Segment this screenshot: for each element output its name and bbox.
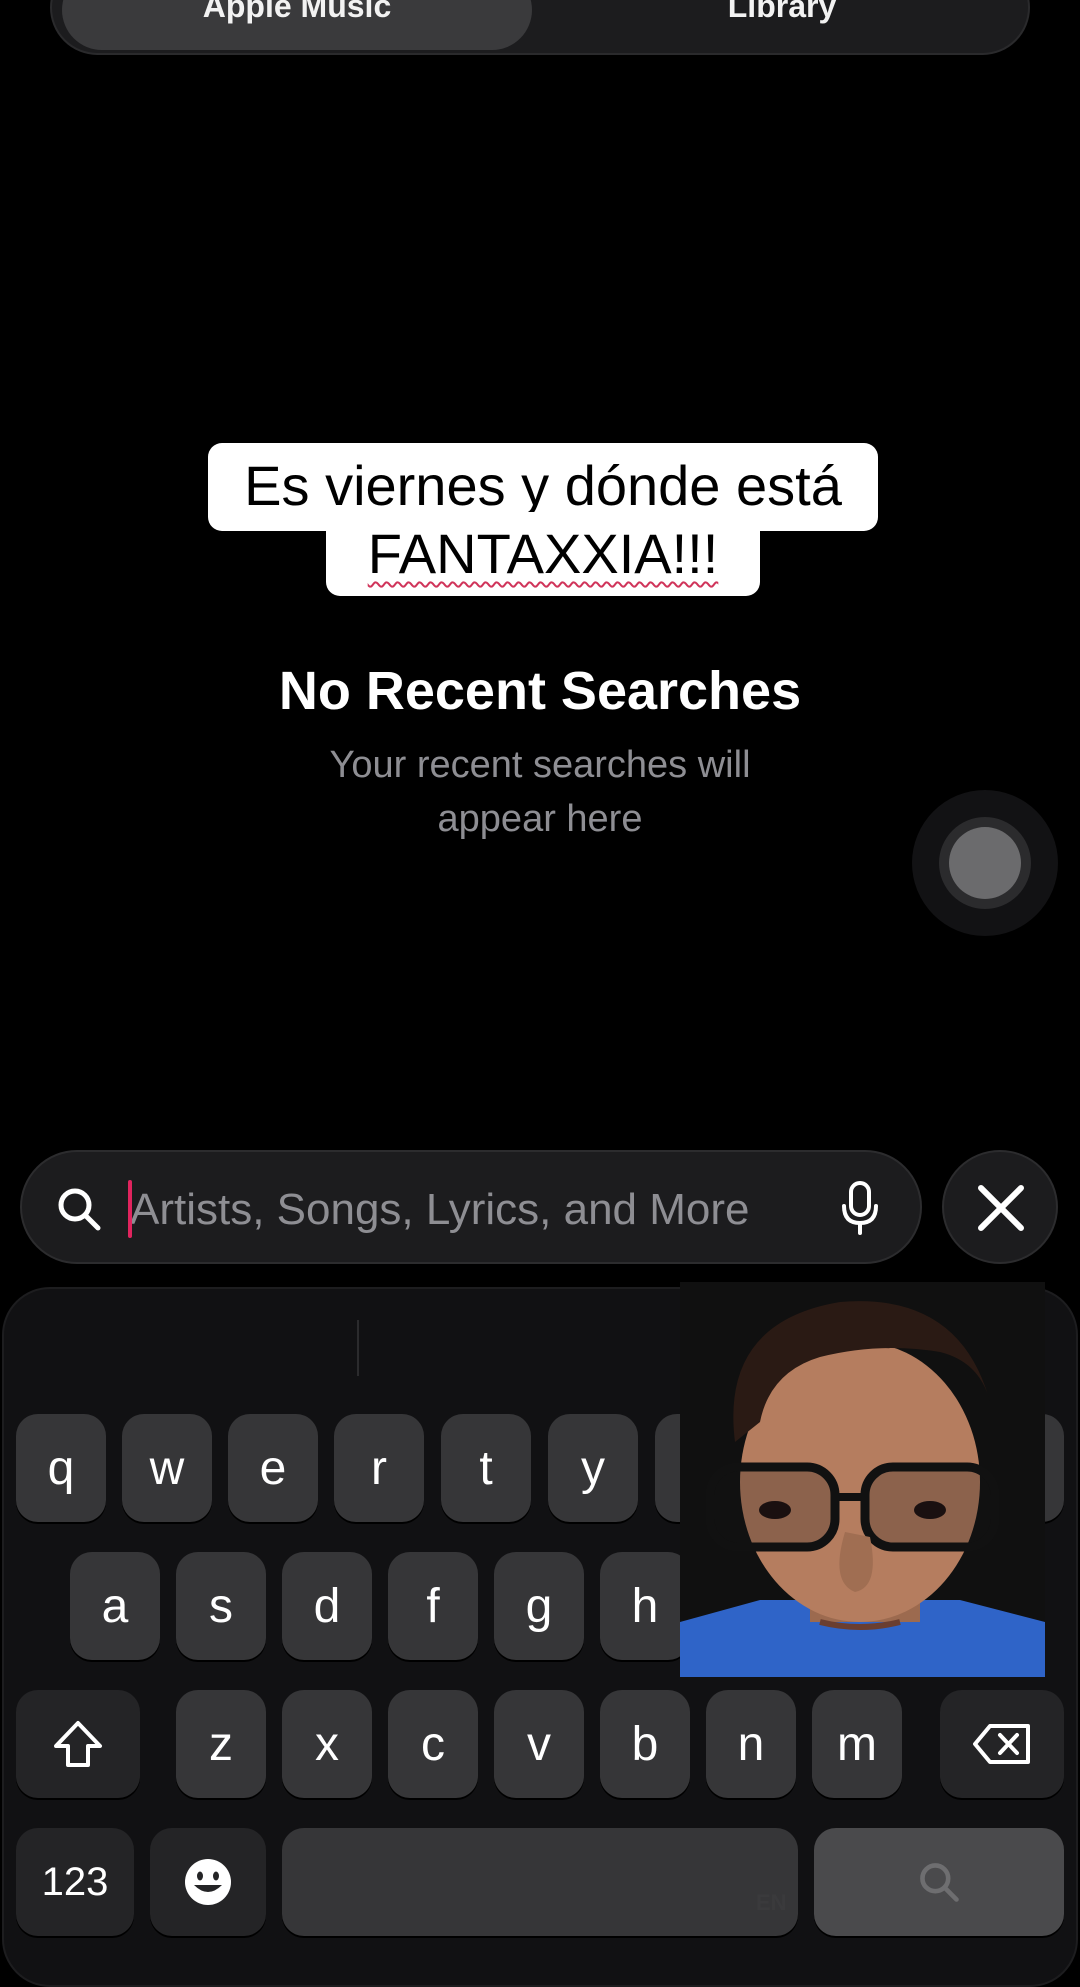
- key-t[interactable]: t: [441, 1414, 531, 1522]
- key-label: w: [149, 1441, 185, 1495]
- tab-apple-music-label: Apple Music: [202, 0, 392, 24]
- emoji-icon: [185, 1859, 231, 1905]
- numbers-key-label: 123: [41, 1859, 109, 1904]
- tab-apple-music[interactable]: Apple Music: [62, 0, 532, 50]
- library-segmented-control: Apple Music Library: [50, 0, 1030, 55]
- key-label: b: [631, 1717, 659, 1771]
- key-label: e: [259, 1441, 287, 1495]
- key-label: t: [479, 1441, 493, 1495]
- key-y[interactable]: y: [548, 1414, 638, 1522]
- key-label: c: [421, 1717, 445, 1771]
- key-label: y: [581, 1441, 605, 1495]
- assistive-touch-button[interactable]: [912, 790, 1058, 936]
- key-label: a: [101, 1579, 129, 1633]
- close-icon: [978, 1185, 1024, 1231]
- key-b[interactable]: b: [600, 1690, 690, 1798]
- keyboard-language-indicator: EN: [756, 1890, 787, 1915]
- key-label: q: [47, 1441, 75, 1495]
- key-z[interactable]: z: [176, 1690, 266, 1798]
- tab-library[interactable]: Library: [542, 0, 1022, 50]
- search-bar[interactable]: [20, 1150, 922, 1264]
- key-q[interactable]: q: [16, 1414, 106, 1522]
- key-label: z: [209, 1717, 233, 1771]
- key-label: d: [313, 1579, 341, 1633]
- key-c[interactable]: c: [388, 1690, 478, 1798]
- key-s[interactable]: s: [176, 1552, 266, 1660]
- key-m[interactable]: m: [812, 1690, 902, 1798]
- key-label: v: [527, 1717, 551, 1771]
- backspace-icon: [973, 1724, 1030, 1764]
- key-label: h: [631, 1579, 659, 1633]
- search-icon: [920, 1863, 959, 1902]
- key-x[interactable]: x: [282, 1690, 372, 1798]
- microphone-icon[interactable]: [840, 1180, 880, 1236]
- key-label: f: [426, 1579, 440, 1633]
- text-cursor: [128, 1180, 132, 1238]
- shift-key[interactable]: [16, 1690, 140, 1798]
- key-e[interactable]: e: [228, 1414, 318, 1522]
- key-label: s: [209, 1579, 233, 1633]
- predictive-bar-divider: [357, 1320, 359, 1376]
- key-label: x: [315, 1717, 339, 1771]
- tab-library-label: Library: [727, 0, 837, 24]
- empty-state-title: No Recent Searches: [278, 661, 802, 721]
- key-w[interactable]: w: [122, 1414, 212, 1522]
- shift-icon: [54, 1721, 102, 1767]
- key-r[interactable]: r: [334, 1414, 424, 1522]
- key-v[interactable]: v: [494, 1690, 584, 1798]
- key-n[interactable]: n: [706, 1690, 796, 1798]
- close-search-button[interactable]: [942, 1150, 1058, 1264]
- delete-key[interactable]: [940, 1690, 1064, 1798]
- empty-state-subtitle-line-1: Your recent searches will: [329, 744, 751, 786]
- webcam-overlay: [680, 1282, 1045, 1677]
- key-label: n: [737, 1717, 765, 1771]
- caption-line-2-text: FANTAXXIA!!!: [367, 522, 719, 585]
- key-a[interactable]: a: [70, 1552, 160, 1660]
- key-label: m: [837, 1717, 877, 1771]
- search-icon: [58, 1188, 101, 1231]
- search-input[interactable]: [128, 1174, 832, 1246]
- key-g[interactable]: g: [494, 1552, 584, 1660]
- key-d[interactable]: d: [282, 1552, 372, 1660]
- person-face-image: [680, 1282, 1045, 1677]
- empty-state-subtitle: Your recent searches will appear here: [0, 738, 1080, 846]
- key-label: g: [525, 1579, 553, 1633]
- key-h[interactable]: h: [600, 1552, 690, 1660]
- key-f[interactable]: f: [388, 1552, 478, 1660]
- caption-line-2: FANTAXXIA!!!: [326, 512, 760, 596]
- key-label: r: [371, 1441, 387, 1495]
